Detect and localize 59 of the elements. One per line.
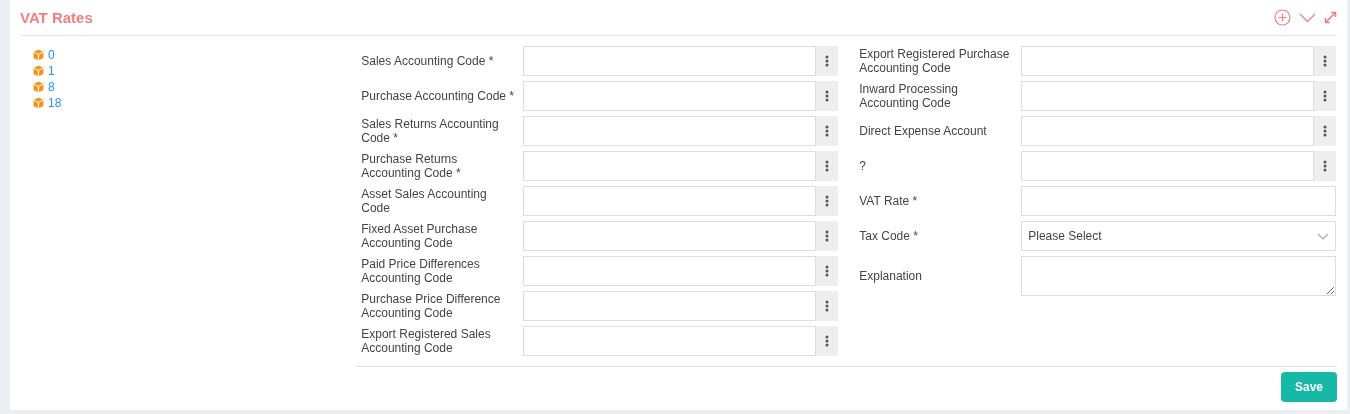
- field-label: Asset Sales Accounting Code: [361, 187, 488, 215]
- add-icon[interactable]: [1274, 9, 1291, 26]
- cube-icon: [33, 81, 44, 93]
- field-label: Sales Accounting Code *: [361, 54, 495, 68]
- input-field[interactable]: [523, 256, 817, 286]
- panel-title: VAT Rates: [20, 9, 94, 26]
- input-field[interactable]: [1021, 186, 1337, 216]
- select-field[interactable]: Please Select: [1021, 221, 1337, 251]
- more-icon[interactable]: [1314, 46, 1337, 76]
- save-button[interactable]: Save: [1281, 372, 1337, 402]
- more-icon[interactable]: [1314, 151, 1337, 181]
- text-area[interactable]: [1021, 256, 1337, 296]
- input-field[interactable]: [1021, 81, 1315, 111]
- input-field[interactable]: [1021, 46, 1315, 76]
- input-field[interactable]: [523, 186, 817, 216]
- expand-icon[interactable]: [1324, 11, 1337, 24]
- more-icon[interactable]: [816, 291, 839, 321]
- more-icon[interactable]: [1314, 116, 1337, 146]
- input-field[interactable]: [523, 291, 817, 321]
- more-icon[interactable]: [816, 81, 839, 111]
- cube-icon: [33, 65, 44, 77]
- field-label: Tax Code *: [859, 229, 919, 243]
- input-field[interactable]: [523, 221, 817, 251]
- field-label: Inward Processing Accounting Code: [859, 82, 959, 110]
- chevron-icon[interactable]: [1299, 12, 1316, 23]
- more-icon[interactable]: [1314, 81, 1337, 111]
- field-label: Purchase Price Difference Accounting Code: [361, 292, 502, 320]
- input-field[interactable]: [523, 326, 817, 356]
- field-label: ?: [859, 159, 867, 173]
- more-icon[interactable]: [816, 221, 839, 251]
- field-label: Purchase Accounting Code *: [361, 89, 515, 103]
- tree-item[interactable]: 0: [48, 48, 55, 62]
- input-field[interactable]: [1021, 151, 1315, 181]
- field-label: Purchase Returns Accounting Code *: [361, 152, 462, 180]
- more-icon[interactable]: [816, 46, 839, 76]
- more-icon[interactable]: [816, 186, 839, 216]
- field-label: Paid Price Differences Accounting Code: [361, 257, 481, 285]
- input-field[interactable]: [523, 46, 817, 76]
- more-icon[interactable]: [816, 116, 839, 146]
- field-label: Explanation: [859, 269, 923, 283]
- tree-item[interactable]: 8: [48, 80, 55, 94]
- field-label: Fixed Asset Purchase Accounting Code: [361, 222, 479, 250]
- input-field[interactable]: [523, 116, 817, 146]
- input-field[interactable]: [523, 151, 817, 181]
- input-field[interactable]: [523, 81, 817, 111]
- field-label: Export Registered Sales Accounting Code: [361, 327, 492, 355]
- field-label: Export Registered Purchase Accounting Code: [859, 47, 1011, 75]
- cube-icon: [33, 49, 44, 61]
- field-label: Direct Expense Account: [859, 124, 988, 138]
- input-field[interactable]: [1021, 116, 1315, 146]
- tree-item[interactable]: 1: [48, 64, 55, 78]
- field-label: VAT Rate *: [859, 194, 919, 208]
- field-label: Sales Returns Accounting Code *: [361, 117, 500, 145]
- tree-item[interactable]: 18: [48, 96, 62, 110]
- chevron-icon: [1317, 232, 1330, 240]
- cube-icon: [33, 97, 44, 109]
- more-icon[interactable]: [816, 256, 839, 286]
- more-icon[interactable]: [816, 151, 839, 181]
- more-icon[interactable]: [816, 326, 839, 356]
